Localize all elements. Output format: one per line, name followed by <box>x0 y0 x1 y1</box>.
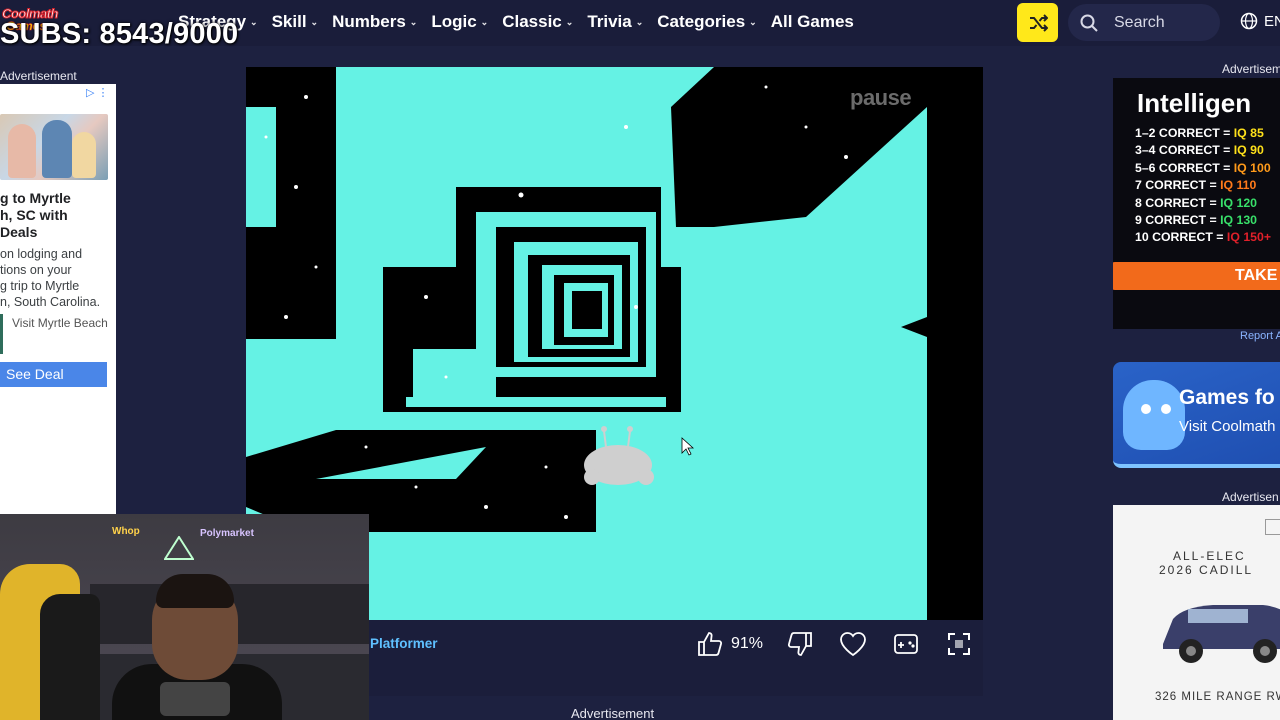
thumbs-up-icon <box>698 632 723 656</box>
promo-title: Games fo <box>1179 386 1275 409</box>
car-ad-line2: 2026 CADILL <box>1159 563 1254 577</box>
nav-item-all-games[interactable]: All Games <box>771 12 854 32</box>
chevron-down-icon: ⌄ <box>565 16 574 27</box>
report-ad-link[interactable]: Report A <box>1240 330 1280 342</box>
iq-row: 3–4 CORRECT = IQ 90 <box>1135 143 1271 160</box>
take-iq-button[interactable]: TAKE IQ <box>1113 262 1280 290</box>
neon-sign-whop: Whop <box>112 526 140 537</box>
iq-row-score: IQ 150+ <box>1226 230 1272 245</box>
iq-row-range: 9 CORRECT = <box>1135 212 1221 227</box>
game-tag-platformer[interactable]: Platformer <box>370 636 438 651</box>
language-label: EN <box>1264 12 1280 30</box>
chevron-down-icon: ⌄ <box>310 16 319 27</box>
nav-item-label: Categories <box>657 12 746 31</box>
iq-row-range: 7 CORRECT = <box>1135 178 1221 193</box>
like-percentage: 91% <box>731 635 764 652</box>
advertisement-label: Advertisement <box>0 69 77 83</box>
chevron-down-icon: ⌄ <box>250 16 258 27</box>
subscriber-counter-overlay: SUBS: 8543/9000 <box>0 18 239 50</box>
heart-icon <box>840 632 866 657</box>
nav-item-trivia[interactable]: Trivia ⌄ <box>587 12 643 32</box>
chevron-down-icon: ⌄ <box>635 16 644 27</box>
iq-test-ad[interactable]: Intelligen 1–2 CORRECT = IQ 85 3–4 CORREC… <box>1113 78 1280 329</box>
nav-item-logic[interactable]: Logic ⌄ <box>431 12 488 32</box>
adchoices-icon[interactable]: ▷ ⋮ <box>86 86 109 99</box>
thumbs-down-icon <box>788 632 812 656</box>
iq-row-range: 5–6 CORRECT = <box>1135 160 1234 175</box>
globe-icon <box>1240 12 1258 30</box>
like-button[interactable]: 91% <box>697 629 763 659</box>
promo-subtitle: Visit Coolmath <box>1179 418 1276 435</box>
nav-item-label: Trivia <box>587 12 632 31</box>
iq-row: 10 CORRECT = IQ 150+ <box>1135 230 1271 247</box>
neon-triangle-logo <box>164 536 194 560</box>
cadillac-logo <box>1265 519 1280 535</box>
nav-item-classic[interactable]: Classic ⌄ <box>502 12 573 32</box>
left-ad-banner[interactable]: ▷ ⋮ g to Myrtle h, SC with Deals on lodg… <box>0 84 116 514</box>
coolmath-promo[interactable]: Games fo Visit Coolmath <box>1113 362 1280 468</box>
iq-row-score: IQ 110 <box>1220 178 1257 193</box>
iq-row-score: IQ 120 <box>1220 195 1257 210</box>
gamepad-add-icon <box>894 634 918 654</box>
iq-row-range: 3–4 CORRECT = <box>1135 143 1234 158</box>
nav-item-label: Numbers <box>332 12 406 31</box>
iq-row: 7 CORRECT = IQ 110 <box>1135 178 1271 195</box>
iq-row-score: IQ 85 <box>1233 126 1264 140</box>
streamer-webcam: Whop Polymarket <box>0 514 369 720</box>
playlist-button[interactable] <box>893 629 919 659</box>
game-side-strip <box>927 67 983 620</box>
nav-item-label: Classic <box>502 12 562 31</box>
nav-menu: Strategy ⌄ Skill ⌄ Numbers ⌄ Logic ⌄ Classic ⌄ Tri… <box>178 12 868 32</box>
iq-ad-title: Intelligen <box>1137 88 1252 118</box>
search-box[interactable]: Search <box>1068 4 1220 41</box>
ad-accent-bar <box>0 314 3 354</box>
iq-score-table: 1–2 CORRECT = IQ 85 3–4 CORRECT = IQ 90 5–… <box>1135 126 1271 248</box>
nav-item-label: Logic <box>431 12 477 31</box>
advertisement-label-right: Advertisem <box>1222 62 1280 76</box>
octopus-mascot <box>1123 380 1185 450</box>
iq-row-score: IQ 100 <box>1233 160 1271 175</box>
chevron-down-icon: ⌄ <box>749 16 757 27</box>
ad-body: on lodging and tions on your g trip to M… <box>0 247 101 309</box>
see-deal-button[interactable]: See Deal <box>0 362 107 387</box>
iq-row: 1–2 CORRECT = IQ 85 <box>1135 126 1271 143</box>
fullscreen-button[interactable] <box>947 629 971 659</box>
car-ad-line3: 326 MILE RANGE RWD <box>1155 691 1280 703</box>
car-ad-line1: ALL-ELEC <box>1173 549 1246 563</box>
advertisement-label-bottom: Advertisement <box>571 706 655 720</box>
search-icon <box>1080 14 1098 32</box>
iq-row-range: 10 CORRECT = <box>1135 230 1227 245</box>
iq-row-score: IQ 130 <box>1220 212 1257 227</box>
ad-headline[interactable]: g to Myrtle h, SC with Deals <box>0 190 116 241</box>
shuffle-icon <box>1029 13 1048 32</box>
nav-item-skill[interactable]: Skill ⌄ <box>272 12 319 32</box>
game-actions: 91% <box>697 629 971 659</box>
shuffle-button[interactable] <box>1017 3 1058 42</box>
ad-photo <box>0 114 108 180</box>
neon-sign-polymarket: Polymarket <box>200 528 254 539</box>
iq-row-score: IQ 90 <box>1233 143 1264 158</box>
iq-row-range: 1–2 CORRECT = <box>1135 126 1234 140</box>
iq-row-range: 8 CORRECT = <box>1135 195 1221 210</box>
car-image <box>1163 605 1280 663</box>
language-selector[interactable]: EN <box>1240 12 1280 30</box>
car-ad[interactable]: ALL-ELEC 2026 CADILL 326 MILE RANGE RWD <box>1113 505 1280 720</box>
ad-advertiser[interactable]: Visit Myrtle Beach <box>12 316 108 330</box>
search-placeholder: Search <box>1114 13 1165 31</box>
iq-row: 5–6 CORRECT = IQ 100 <box>1135 161 1271 178</box>
dislike-button[interactable] <box>787 629 813 659</box>
chevron-down-icon: ⌄ <box>480 16 489 27</box>
advertisement-label-right-2: Advertisen <box>1222 490 1279 504</box>
nav-item-numbers[interactable]: Numbers ⌄ <box>332 12 417 32</box>
fullscreen-icon <box>948 633 971 655</box>
nav-item-categories[interactable]: Categories ⌄ <box>657 12 756 32</box>
nav-item-label: All Games <box>770 12 854 31</box>
favorite-button[interactable] <box>839 629 867 659</box>
iq-row: 8 CORRECT = IQ 120 <box>1135 196 1271 213</box>
nav-item-label: Skill <box>271 12 307 31</box>
chevron-down-icon: ⌄ <box>409 16 418 27</box>
iq-row: 9 CORRECT = IQ 130 <box>1135 213 1271 230</box>
pause-button[interactable]: pause <box>850 85 912 111</box>
